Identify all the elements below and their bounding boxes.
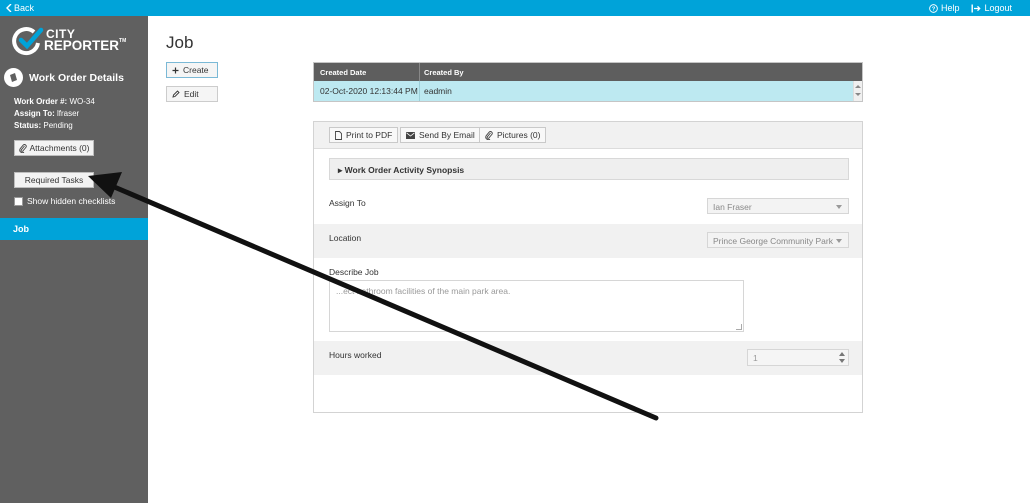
job-history-grid: Created Date Created By 02-Oct-2020 12:1… (313, 62, 863, 102)
assign-to-select[interactable]: Ian Fraser (707, 198, 849, 214)
help-icon: ? (929, 3, 938, 13)
section-title: Work Order Details (29, 71, 124, 84)
paperclip-icon (485, 130, 493, 140)
print-to-pdf-button[interactable]: Print to PDF (329, 127, 399, 143)
cell-created-date: 02-Oct-2020 12:13:44 PM (320, 86, 418, 96)
show-hidden-checkbox[interactable] (14, 196, 23, 206)
envelope-icon (406, 131, 415, 139)
work-order-info: Work Order #: WO-34 Assign To: lfraser S… (14, 96, 95, 132)
logout-link[interactable]: Logout (971, 3, 1012, 13)
resize-handle-icon[interactable] (736, 324, 742, 330)
attachments-button[interactable]: Attachments (0) (14, 140, 94, 156)
work-order-assignee: Assign To: lfraser (14, 109, 80, 118)
dropdown-caret-icon (836, 239, 842, 243)
logo-word-reporter: REPORTERTM (44, 38, 127, 53)
help-link[interactable]: ? Help (929, 3, 960, 13)
hours-worked-input[interactable]: 1 (747, 349, 849, 366)
grid-scrollbar[interactable] (853, 81, 862, 101)
column-created-by[interactable]: Created By (424, 68, 464, 77)
work-order-number: Work Order #: WO-34 (14, 97, 95, 106)
hours-worked-label: Hours worked (329, 350, 382, 360)
describe-job-textarea[interactable]: ...ect bathroom facilities of the main p… (329, 280, 744, 332)
assign-to-label: Assign To (329, 198, 366, 208)
location-label: Location (329, 233, 362, 243)
work-order-status: Status: Pending (14, 121, 73, 130)
checkmark-logo-icon (12, 27, 44, 56)
required-tasks-button[interactable]: Required Tasks (14, 172, 94, 188)
dropdown-caret-icon (836, 205, 842, 209)
table-row[interactable]: 02-Oct-2020 12:13:44 PM eadmin (314, 81, 853, 101)
city-reporter-logo: CITY REPORTERTM (12, 26, 128, 56)
pictures-button[interactable]: Pictures (0) (479, 127, 547, 143)
column-created-date[interactable]: Created Date (320, 68, 366, 77)
scroll-up-icon[interactable] (855, 85, 861, 88)
chevron-left-icon (6, 4, 12, 12)
back-link[interactable]: Back (6, 3, 34, 13)
document-icon (335, 130, 342, 140)
help-label: Help (940, 3, 960, 13)
grid-header: Created Date Created By (314, 63, 862, 81)
plus-icon (172, 67, 179, 73)
caret-right-icon: ▸ (338, 165, 343, 175)
svg-text:?: ? (932, 6, 936, 12)
document-circle-icon (4, 68, 23, 87)
spin-up-icon[interactable] (839, 352, 845, 356)
cell-created-by: eadmin (424, 86, 452, 96)
describe-job-label: Describe Job (329, 267, 379, 277)
paperclip-icon (18, 143, 27, 153)
back-label: Back (14, 3, 35, 13)
top-bar: Back ? Help Logout (0, 0, 1030, 16)
scroll-down-icon[interactable] (855, 93, 861, 96)
send-by-email-button[interactable]: Send By Email (400, 127, 481, 143)
sidebar: CITY REPORTERTM Work Order Details Work … (0, 16, 148, 503)
page-title: Job (166, 33, 194, 52)
logout-label: Logout (984, 3, 1012, 13)
form-toolbar: Print to PDF Send By Email Pictures (0) (314, 122, 862, 149)
sidebar-item-job[interactable]: Job (0, 218, 148, 240)
spin-down-icon[interactable] (839, 359, 845, 363)
pencil-icon (172, 90, 180, 98)
work-order-activity-synopsis[interactable]: ▸ Work Order Activity Synopsis (329, 158, 849, 180)
number-spinner[interactable] (838, 351, 846, 364)
show-hidden-label: Show hidden checklists (27, 196, 116, 206)
job-form-panel: Print to PDF Send By Email Pictures (0) … (313, 121, 863, 413)
show-hidden-checklists[interactable]: Show hidden checklists (14, 196, 115, 206)
logout-icon (971, 4, 982, 12)
location-select[interactable]: Prince George Community Park (707, 232, 849, 248)
create-button[interactable]: Create (166, 62, 218, 78)
edit-button[interactable]: Edit (166, 86, 218, 102)
work-order-details-header: Work Order Details (4, 68, 124, 87)
